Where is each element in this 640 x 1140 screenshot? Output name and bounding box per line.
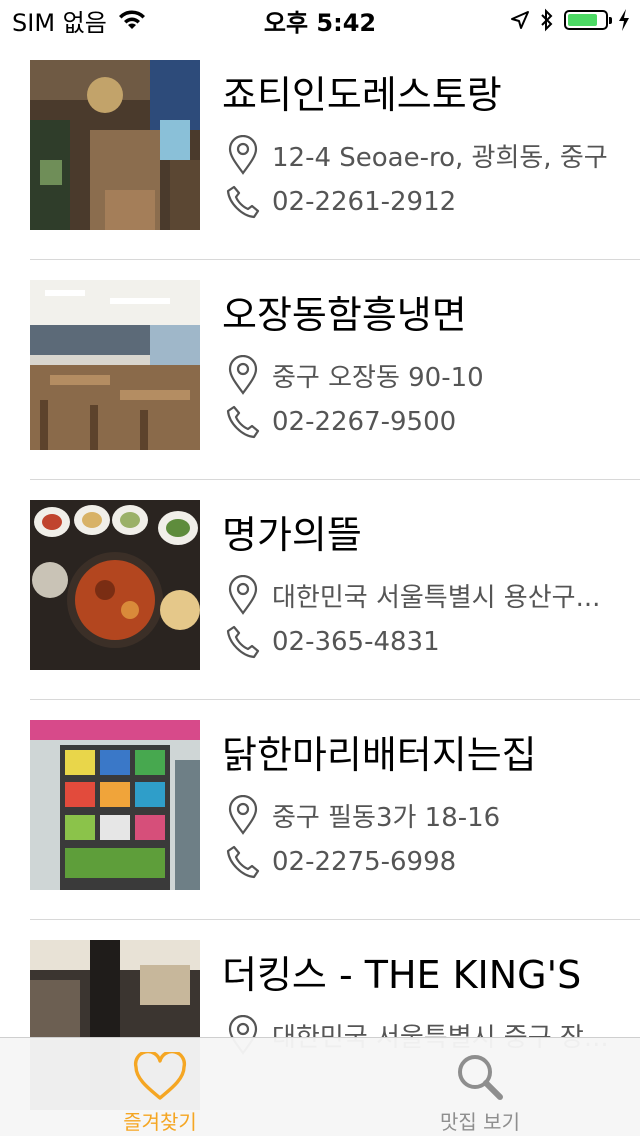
tab-browse-label: 맛집 보기 xyxy=(440,1110,520,1134)
charging-bolt-icon xyxy=(619,9,629,31)
restaurant-name: 오장동함흥냉면 xyxy=(222,293,467,337)
restaurant-photo xyxy=(30,280,200,450)
tab-favorites[interactable]: 즐겨찾기 xyxy=(0,1038,320,1136)
restaurant-name: 죠티인도레스토랑 xyxy=(222,73,502,117)
restaurant-address: 중구 오장동 90-10 xyxy=(226,355,484,395)
location-pin-icon xyxy=(228,575,258,615)
tab-bar: 즐겨찾기 맛집 보기 xyxy=(0,1037,640,1136)
status-bar: SIM 없음 오후 5:42 xyxy=(0,0,640,40)
phone-icon xyxy=(226,185,260,219)
phone-icon xyxy=(226,625,260,659)
restaurant-name: 명가의뜰 xyxy=(222,513,362,557)
carrier-label: SIM 없음 xyxy=(12,8,107,37)
wifi-icon xyxy=(118,10,145,29)
restaurant-phone[interactable]: 02-2267-9500 xyxy=(226,405,456,439)
location-pin-icon xyxy=(228,355,258,395)
restaurant-address: 대한민국 서울특별시 용산구... xyxy=(226,575,600,615)
restaurant-address: 중구 필동3가 18-16 xyxy=(226,795,500,835)
phone-icon xyxy=(226,845,260,879)
bluetooth-icon xyxy=(541,8,553,32)
restaurant-list[interactable]: 죠티인도레스토랑 12-4 Seoae-ro, 광희동, 중구 02-2261-… xyxy=(0,40,640,1140)
restaurant-photo xyxy=(30,500,200,670)
restaurant-photo xyxy=(30,60,200,230)
restaurant-row[interactable]: 죠티인도레스토랑 12-4 Seoae-ro, 광희동, 중구 02-2261-… xyxy=(0,40,640,260)
tab-favorites-label: 즐겨찾기 xyxy=(123,1110,197,1134)
phone-icon xyxy=(226,405,260,439)
tab-browse[interactable]: 맛집 보기 xyxy=(320,1038,640,1136)
restaurant-name: 더킹스 - THE KING'S xyxy=(222,953,582,997)
location-arrow-icon xyxy=(511,11,529,29)
restaurant-row[interactable]: 닭한마리배터지는집 중구 필동3가 18-16 02-2275-6998 xyxy=(0,700,640,920)
search-icon xyxy=(458,1055,503,1100)
battery-icon xyxy=(564,10,612,30)
restaurant-row[interactable]: 오장동함흥냉면 중구 오장동 90-10 02-2267-9500 xyxy=(0,260,640,480)
location-pin-icon xyxy=(228,135,258,175)
restaurant-phone[interactable]: 02-2275-6998 xyxy=(226,845,456,879)
restaurant-name: 닭한마리배터지는집 xyxy=(222,733,537,777)
restaurant-row[interactable]: 명가의뜰 대한민국 서울특별시 용산구... 02-365-4831 xyxy=(0,480,640,700)
location-pin-icon xyxy=(228,795,258,835)
restaurant-phone[interactable]: 02-2261-2912 xyxy=(226,185,456,219)
restaurant-photo xyxy=(30,720,200,890)
restaurant-address: 12-4 Seoae-ro, 광희동, 중구 xyxy=(226,135,608,175)
heart-icon xyxy=(133,1052,187,1100)
restaurant-phone[interactable]: 02-365-4831 xyxy=(226,625,440,659)
